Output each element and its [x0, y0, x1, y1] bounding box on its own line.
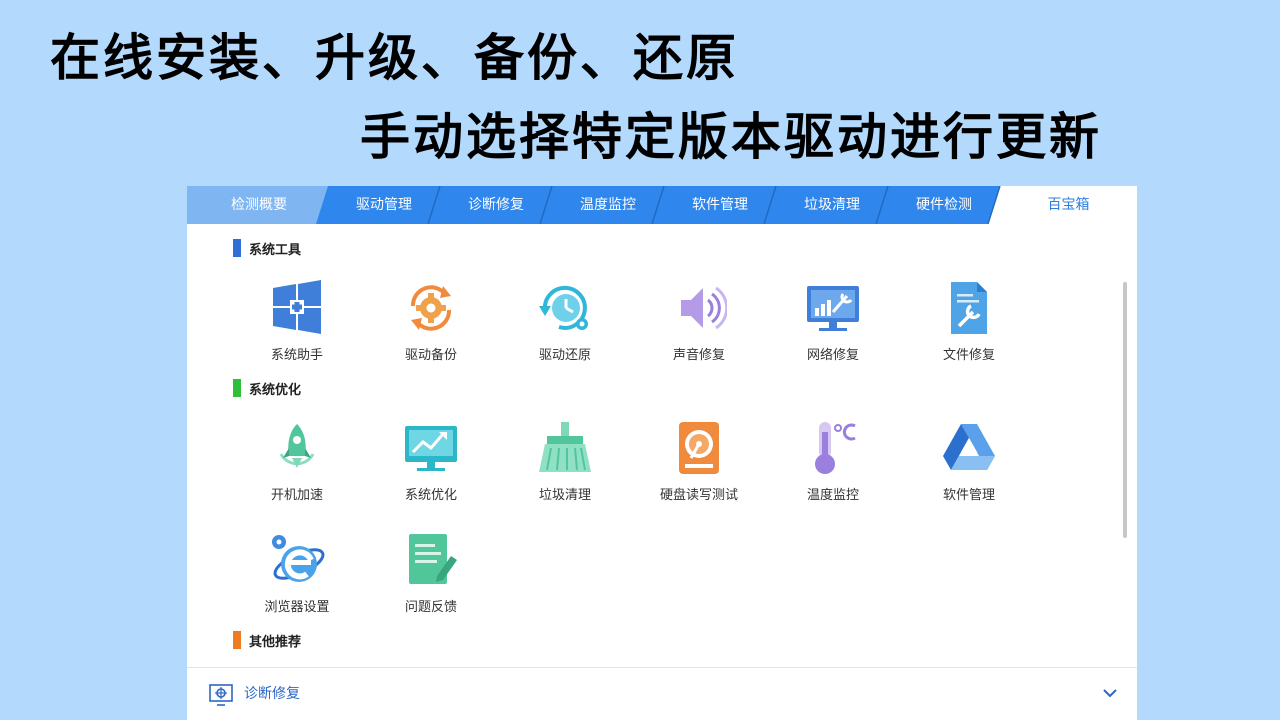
scrollbar-thumb[interactable]: [1123, 282, 1127, 538]
chevron-down-icon[interactable]: [1102, 687, 1118, 699]
tool-label: 问题反馈: [404, 600, 457, 615]
tool-boot-accelerate[interactable]: 开机加速: [237, 420, 357, 503]
tool-label: 声音修复: [672, 348, 725, 363]
tool-file-repair[interactable]: 文件修复: [909, 280, 1029, 363]
app-window: 检测概要 驱动管理 诊断修复 温度监控 软件管理 垃圾清理 硬件检测 百宝箱 系…: [187, 186, 1137, 720]
diagnose-icon: [209, 684, 233, 706]
tool-disk-test[interactable]: 硬盘读写测试: [639, 420, 759, 503]
tool-software-manage[interactable]: 软件管理: [909, 420, 1029, 503]
section-header-optimize: 系统优化: [233, 378, 301, 398]
feedback-note-icon: [409, 534, 457, 584]
tab-toolbox[interactable]: 百宝箱: [1000, 186, 1137, 224]
tool-label: 驱动还原: [538, 348, 591, 363]
toolbox-content: 系统工具 系统助手 驱动备份 驱动还原 声音修复 网络修复 文件修复 系统优化 …: [187, 224, 1137, 667]
headline-line-1: 在线安装、升级、备份、还原: [50, 29, 739, 87]
section-marker-tools: [233, 239, 241, 257]
tool-label: 系统优化: [404, 488, 457, 503]
monitor-chart-icon: [405, 426, 457, 471]
tool-label: 文件修复: [942, 348, 995, 363]
section-header-other: 其他推荐: [233, 630, 301, 650]
bottom-collapse-bar[interactable]: 诊断修复: [187, 667, 1137, 720]
tab-overview[interactable]: 检测概要: [187, 186, 331, 224]
tool-label: 硬盘读写测试: [659, 488, 738, 503]
tool-label: 软件管理: [942, 488, 995, 503]
tool-label: 温度监控: [806, 488, 859, 503]
tool-junk-cleanup[interactable]: 垃圾清理: [505, 420, 625, 503]
tool-label: 垃圾清理: [538, 488, 591, 503]
tool-system-optimize[interactable]: 系统优化: [371, 420, 491, 503]
headline-line-2: 手动选择特定版本驱动进行更新: [360, 108, 1102, 166]
gear-sync-icon: [410, 285, 452, 331]
speaker-icon: [681, 286, 727, 330]
tool-label: 网络修复: [806, 348, 859, 363]
tool-temperature-monitor[interactable]: 温度监控: [773, 420, 893, 503]
bottom-bar-label: 诊断修复: [244, 686, 300, 702]
file-wrench-icon: [951, 282, 987, 334]
tool-driver-restore[interactable]: 驱动还原: [505, 280, 625, 363]
broom-icon: [539, 422, 591, 472]
section-title-other: 其他推荐: [249, 634, 302, 650]
section-title-tools: 系统工具: [249, 242, 302, 258]
tool-feedback[interactable]: 问题反馈: [371, 532, 491, 615]
drive-triangle-icon: [943, 424, 995, 470]
rocket-icon: [279, 424, 315, 468]
tool-driver-backup[interactable]: 驱动备份: [371, 280, 491, 363]
thermometer-icon: [815, 422, 856, 474]
tool-network-repair[interactable]: 网络修复: [773, 280, 893, 363]
tool-system-assistant[interactable]: 系统助手: [237, 280, 357, 363]
section-marker-optimize: [233, 379, 241, 397]
ie-browser-icon: [272, 535, 325, 582]
hard-disk-icon: [679, 422, 719, 474]
tab-diagnose[interactable]: 诊断修复: [440, 186, 552, 224]
monitor-wrench-icon: [807, 286, 859, 331]
tool-sound-repair[interactable]: 声音修复: [639, 280, 759, 363]
section-header-tools: 系统工具: [233, 238, 301, 258]
tab-cleanup[interactable]: 垃圾清理: [776, 186, 888, 224]
tool-label: 驱动备份: [404, 348, 457, 363]
clock-restore-icon: [539, 285, 588, 330]
tab-driver-manage[interactable]: 驱动管理: [328, 186, 440, 224]
tab-bar: 检测概要 驱动管理 诊断修复 温度监控 软件管理 垃圾清理 硬件检测 百宝箱: [187, 186, 1137, 224]
tool-label: 开机加速: [270, 488, 323, 503]
tab-temperature[interactable]: 温度监控: [552, 186, 664, 224]
tool-browser-settings[interactable]: 浏览器设置: [237, 532, 357, 615]
section-title-optimize: 系统优化: [249, 382, 302, 398]
tool-label: 系统助手: [270, 348, 323, 363]
tab-hardware[interactable]: 硬件检测: [888, 186, 1000, 224]
section-marker-other: [233, 631, 241, 649]
tab-software[interactable]: 软件管理: [664, 186, 776, 224]
tool-label: 浏览器设置: [264, 600, 330, 615]
windows-icon: [273, 280, 321, 334]
